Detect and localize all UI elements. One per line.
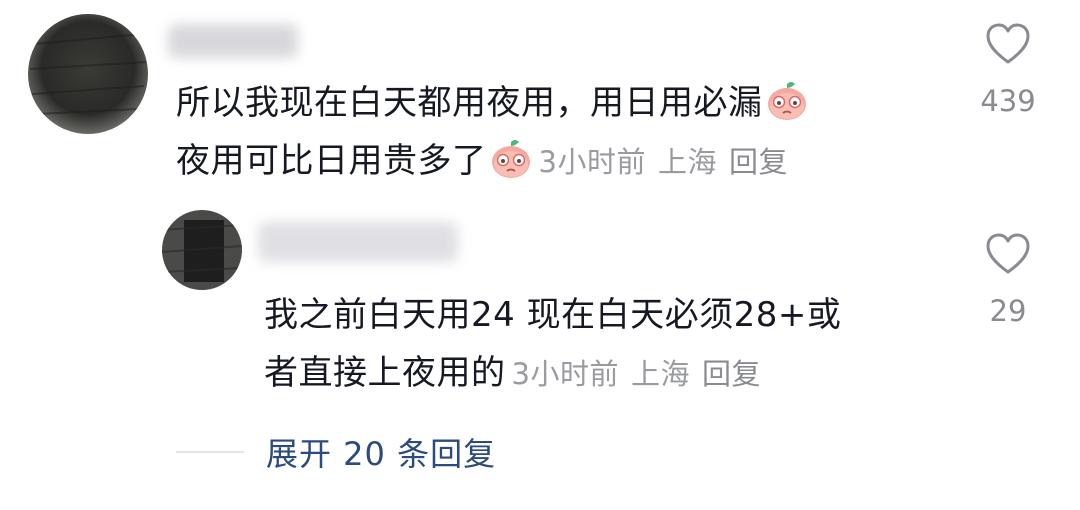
like-count: 29: [989, 294, 1027, 328]
commenter-avatar[interactable]: [28, 14, 148, 134]
reply-line-2: 者直接上夜用的 3小时前 上海 回复: [264, 344, 944, 403]
reply-line-1: 我之前白天用24 现在白天必须28+或: [264, 295, 842, 335]
reply-location: 上海: [630, 357, 690, 391]
replier-avatar[interactable]: [162, 210, 242, 290]
reply-button[interactable]: 回复: [729, 145, 788, 179]
comment-time: 3小时前: [538, 145, 646, 179]
nervous-peach-emoji-icon: [489, 136, 533, 180]
reply-time: 3小时前: [511, 357, 619, 391]
heart-outline-icon: [986, 233, 1030, 274]
like-count: 439: [980, 84, 1036, 118]
expand-replies-row: 展开 20 条回复: [176, 424, 496, 480]
like-button[interactable]: [978, 232, 1038, 276]
divider-line: [176, 451, 244, 453]
reply-body: 我之前白天用24 现在白天必须28+或 者直接上夜用的 3小时前 上海 回复: [264, 286, 944, 403]
comment-location: 上海: [657, 145, 717, 179]
expand-replies-button[interactable]: 展开 20 条回复: [266, 429, 496, 475]
reply-button[interactable]: 回复: [702, 357, 761, 391]
commenter-username-redacted[interactable]: [168, 24, 298, 58]
comment-body: 所以我现在白天都用夜用，用日用必漏 夜用可比日用贵多了 3小时前 上海 回复: [176, 74, 916, 191]
heart-outline-icon: [986, 23, 1030, 64]
replier-username-redacted[interactable]: [258, 222, 458, 262]
comment-section: 所以我现在白天都用夜用，用日用必漏 夜用可比日用贵多了 3小时前 上海 回复 4…: [0, 0, 1080, 510]
comment-line-1: 所以我现在白天都用夜用，用日用必漏: [176, 74, 916, 132]
reply-meta: 3小时前 上海 回复: [512, 357, 773, 391]
comment-line-2: 夜用可比日用贵多了 3小时前 上海 回复: [176, 132, 916, 191]
nervous-peach-emoji-icon: [765, 78, 809, 122]
comment-meta: 3小时前 上海 回复: [539, 145, 800, 179]
like-button[interactable]: [978, 22, 1038, 66]
